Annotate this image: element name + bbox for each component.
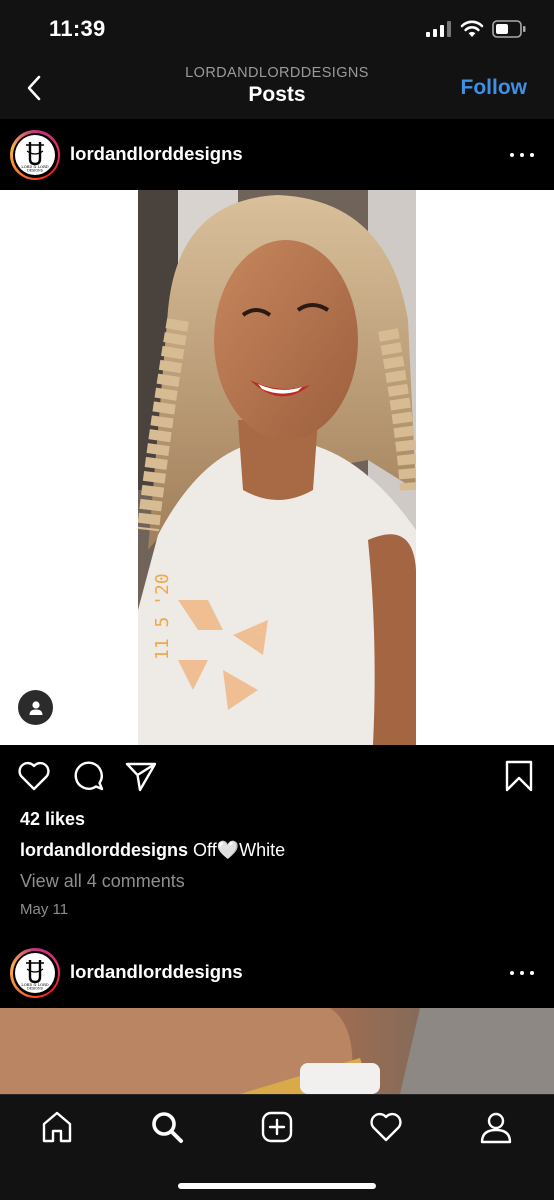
post-date: May 11	[20, 901, 69, 918]
svg-text:DESIGNS: DESIGNS	[27, 169, 43, 173]
view-comments-link[interactable]: View all 4 comments	[20, 871, 185, 892]
person-icon	[29, 700, 42, 715]
bottom-tab-bar	[0, 1094, 554, 1200]
post-username[interactable]: lordandlorddesigns	[70, 143, 243, 165]
status-bar: 11:39	[0, 0, 554, 58]
tab-profile[interactable]	[476, 1107, 516, 1147]
nav-header: LORDANDLORDDESIGNS Posts Follow	[0, 58, 554, 119]
more-dot-icon	[530, 971, 534, 975]
follow-button[interactable]: Follow	[461, 76, 528, 100]
avatar[interactable]: LORD & LORD DESIGNS	[10, 948, 60, 998]
more-dot-icon	[510, 971, 514, 975]
more-options-button[interactable]	[510, 963, 534, 983]
caption-text-end: White	[239, 840, 286, 860]
post-header: LORD & LORD DESIGNS lordandlorddesigns	[0, 937, 554, 1007]
wifi-icon	[460, 20, 484, 43]
add-icon	[261, 1111, 293, 1143]
search-icon	[152, 1112, 183, 1143]
tab-search[interactable]	[147, 1107, 187, 1147]
like-button[interactable]	[17, 759, 51, 793]
tab-activity[interactable]	[366, 1107, 406, 1147]
more-dot-icon	[510, 153, 514, 157]
profile-icon	[480, 1112, 512, 1144]
logo-icon: LORD & LORD DESIGNS	[15, 135, 55, 175]
tab-home[interactable]	[37, 1107, 77, 1147]
battery-icon	[492, 20, 526, 43]
post-image[interactable]: 11 5 '20	[0, 190, 554, 745]
post-header: LORD & LORD DESIGNS lordandlorddesigns	[0, 119, 554, 189]
caption-text: Off	[193, 840, 217, 860]
share-icon	[125, 762, 157, 792]
comment-button[interactable]	[72, 759, 106, 793]
status-icons	[426, 20, 526, 43]
more-dot-icon	[520, 971, 524, 975]
post-username[interactable]: lordandlorddesigns	[70, 961, 243, 983]
action-bar	[0, 745, 554, 805]
caption-username[interactable]: lordandlorddesigns	[20, 840, 188, 860]
home-icon	[42, 1111, 72, 1143]
activity-icon	[370, 1112, 402, 1142]
user-tags-button[interactable]	[18, 690, 53, 725]
signal-icon	[426, 21, 452, 42]
more-options-button[interactable]	[510, 145, 534, 165]
more-dot-icon	[530, 153, 534, 157]
post-image[interactable]	[0, 1008, 554, 1094]
avatar[interactable]: LORD & LORD DESIGNS	[10, 130, 60, 180]
comment-icon	[74, 761, 104, 791]
photo-date-stamp: 11 5 '20	[152, 573, 173, 660]
status-time: 11:39	[49, 16, 106, 41]
white-heart-emoji: 🤍	[216, 840, 240, 860]
svg-text:DESIGNS: DESIGNS	[27, 987, 43, 991]
bookmark-icon	[505, 760, 533, 792]
likes-count[interactable]: 42 likes	[20, 809, 85, 830]
tab-new-post[interactable]	[257, 1107, 297, 1147]
heart-icon	[18, 761, 50, 791]
home-indicator	[178, 1183, 376, 1189]
more-dot-icon	[520, 153, 524, 157]
post-caption: lordandlorddesigns Off🤍White	[20, 840, 285, 861]
save-button[interactable]	[502, 759, 536, 793]
logo-icon: LORD & LORD DESIGNS	[15, 953, 55, 993]
post-photo: 11 5 '20	[138, 190, 416, 745]
share-button[interactable]	[124, 759, 158, 793]
